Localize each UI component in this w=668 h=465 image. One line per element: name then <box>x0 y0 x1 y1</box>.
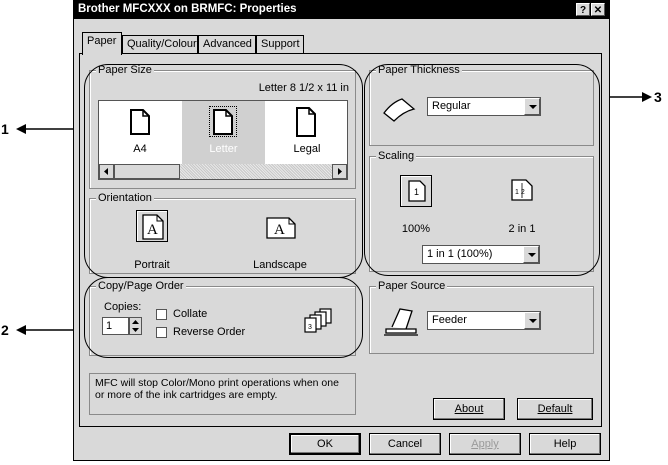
svg-text:1 2: 1 2 <box>515 189 525 196</box>
tab-support[interactable]: Support <box>256 35 304 53</box>
paper-thickness-legend: Paper Thickness <box>376 64 462 76</box>
orientation-group: Orientation A Portrait A Landscape <box>89 192 356 274</box>
dropdown-arrow-icon[interactable] <box>524 98 540 115</box>
spinner-down-icon <box>132 328 139 332</box>
copies-value: 1 <box>106 320 113 332</box>
paper-source-select[interactable]: Feeder <box>427 311 541 330</box>
scaling-legend: Scaling <box>376 150 417 162</box>
portrait-label: Portrait <box>134 259 170 271</box>
left-arrow-icon <box>104 168 108 175</box>
callout-number-3: 3 <box>654 89 662 105</box>
scaling-value: 1 in 1 (100%) <box>427 248 493 260</box>
copies-input[interactable]: 1 <box>102 317 129 335</box>
orientation-legend: Orientation <box>96 192 154 204</box>
paper-size-scrollbar[interactable] <box>99 164 347 179</box>
scaling-100-label: 100% <box>401 223 431 235</box>
svg-text:3: 3 <box>308 324 312 331</box>
landscape-page-icon[interactable]: A <box>266 217 296 239</box>
tab-quality-colour[interactable]: Quality/Colour <box>122 35 198 53</box>
orientation-portrait-button[interactable]: A <box>136 210 168 242</box>
close-button[interactable]: ✕ <box>591 3 605 16</box>
paper-source-legend: Paper Source <box>376 280 448 292</box>
callout-number-1: 1 <box>1 121 9 137</box>
dropdown-arrow-icon[interactable] <box>523 246 539 263</box>
svg-text:1: 1 <box>414 187 419 197</box>
reverse-order-checkbox[interactable] <box>156 327 167 338</box>
collate-label: Collate <box>173 308 208 320</box>
paper-thickness-group: Paper Thickness Regular <box>369 64 594 146</box>
portrait-page-icon: A <box>142 214 164 240</box>
paper-size-current: Letter 8 1/2 x 11 in <box>258 82 349 94</box>
paper-thickness-select[interactable]: Regular <box>427 97 541 116</box>
scroll-left-button[interactable] <box>99 164 114 179</box>
paper-item-label: A4 <box>133 143 147 155</box>
paper-item-a4[interactable]: A4 <box>99 101 181 164</box>
title-bar: Brother MFCXXX on BRMFC: Properties ? ✕ <box>74 1 609 19</box>
help-dialog-button[interactable]: Help <box>529 433 601 455</box>
collate-checkbox[interactable] <box>156 309 167 320</box>
paper-size-legend: Paper Size <box>96 64 154 76</box>
callout-number-2: 2 <box>1 322 9 338</box>
paper-item-legal[interactable]: Legal <box>266 101 348 164</box>
feeder-tray-icon <box>384 308 418 336</box>
landscape-label: Landscape <box>253 259 307 271</box>
page-icon <box>296 107 316 137</box>
about-button[interactable]: About <box>433 398 505 420</box>
one-page-icon: 1 <box>408 180 426 202</box>
scroll-right-button[interactable] <box>332 164 347 179</box>
scaling-group: Scaling 1 100% 1 2 2 in 1 1 in 1 (100%) <box>369 150 594 272</box>
paper-thickness-value: Regular <box>432 100 471 112</box>
paper-item-letter[interactable]: Letter <box>182 101 265 164</box>
paper-item-label: Letter <box>209 143 238 155</box>
apply-button[interactable]: Apply <box>449 433 521 455</box>
copies-label: Copies: <box>104 301 142 313</box>
scaling-select[interactable]: 1 in 1 (100%) <box>422 245 540 264</box>
status-message-box: MFC will stop Color/Mono print operation… <box>89 373 356 415</box>
tab-advanced[interactable]: Advanced <box>198 35 256 53</box>
paper-source-group: Paper Source Feeder <box>369 280 594 354</box>
collate-pages-icon: 3 <box>304 308 332 333</box>
paper-item-label: Legal <box>293 143 321 155</box>
window-title: Brother MFCXXX on BRMFC: Properties <box>78 3 297 15</box>
scaling-100-button[interactable]: 1 <box>400 175 432 207</box>
ok-button[interactable]: OK <box>289 433 361 455</box>
cancel-button[interactable]: Cancel <box>369 433 441 455</box>
right-arrow-icon <box>338 168 342 175</box>
svg-text:A: A <box>147 222 158 238</box>
default-button[interactable]: Default <box>517 398 593 420</box>
dropdown-arrow-icon[interactable] <box>524 312 540 329</box>
page-icon <box>130 109 150 135</box>
spinner-up-icon <box>132 320 139 324</box>
two-in-one-page-icon[interactable]: 1 2 <box>511 179 533 201</box>
paper-sheet-icon <box>383 98 416 122</box>
scaling-2in1-label: 2 in 1 <box>508 223 536 235</box>
page-icon <box>213 109 233 135</box>
reverse-order-label: Reverse Order <box>173 326 246 338</box>
scroll-thumb[interactable] <box>114 164 180 179</box>
copies-spinner[interactable] <box>129 317 142 335</box>
tab-paper[interactable]: Paper <box>82 32 122 55</box>
copy-page-order-legend: Copy/Page Order <box>96 280 186 292</box>
paper-size-list[interactable]: A4 Letter Legal <box>98 100 348 180</box>
copy-page-order-group: Copy/Page Order Copies: 1 Collate Revers… <box>89 280 356 356</box>
status-message: MFC will stop Color/Mono print operation… <box>95 377 339 401</box>
help-button[interactable]: ? <box>576 3 590 16</box>
svg-text:A: A <box>274 222 285 238</box>
paper-size-group: Paper Size Letter 8 1/2 x 11 in A4 Lette… <box>89 64 356 189</box>
paper-source-value: Feeder <box>432 314 467 326</box>
